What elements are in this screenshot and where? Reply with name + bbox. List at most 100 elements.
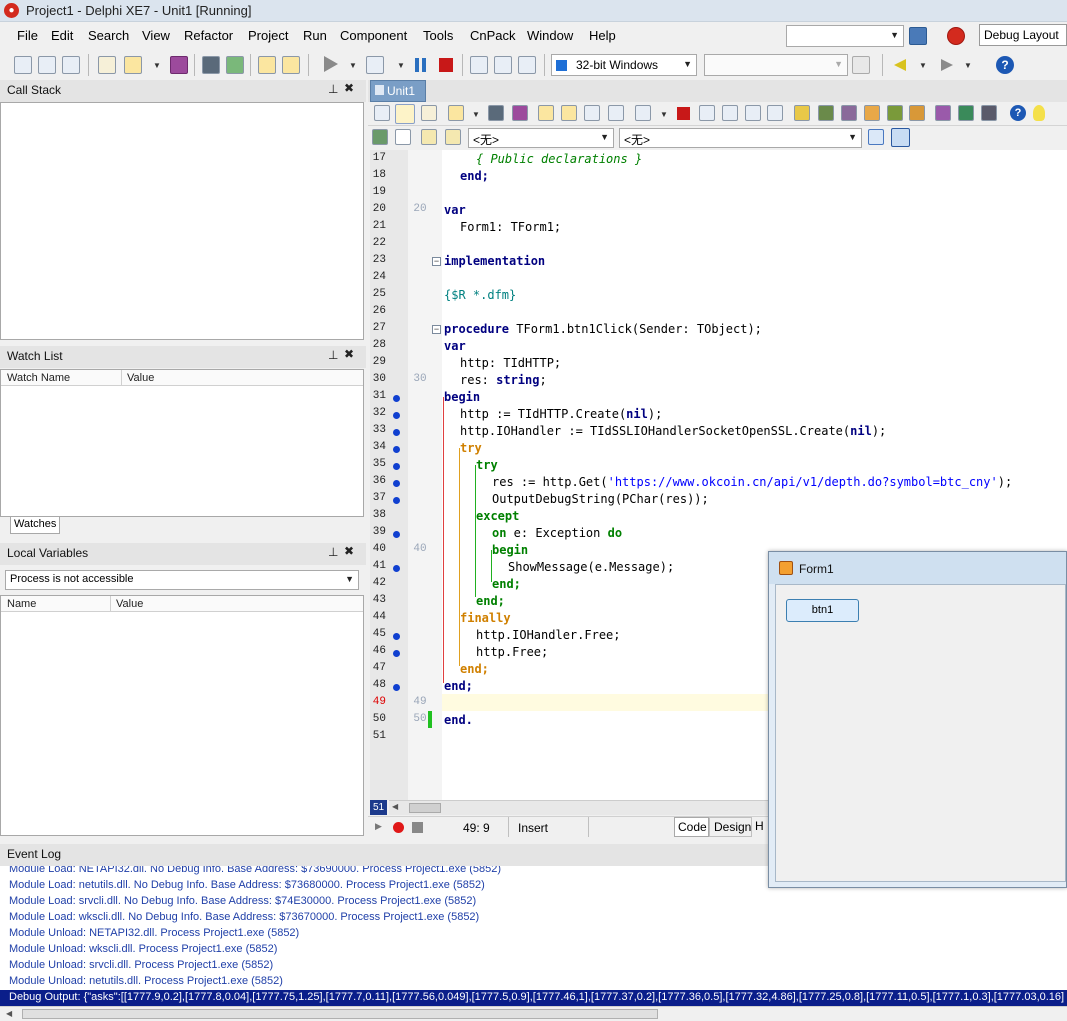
embarcadero-icon[interactable] [947, 27, 965, 45]
new-form-icon[interactable] [38, 56, 56, 74]
record-macro-icon[interactable] [393, 822, 404, 833]
tab-code[interactable]: Code [674, 817, 709, 837]
pin-icon[interactable]: ⊥ [328, 545, 338, 559]
tab-history[interactable]: H [752, 817, 768, 837]
breakpoint-dot-icon[interactable] [393, 412, 400, 419]
editor-toolbar-icon-13[interactable] [722, 105, 738, 121]
menu-component[interactable]: Component [340, 28, 407, 43]
scrollbar-thumb[interactable] [409, 803, 441, 813]
breakpoint-dot-icon[interactable] [393, 463, 400, 470]
editor-toolbar-icon-10[interactable] [608, 105, 624, 121]
editor-toolbar-dropdown-icon[interactable]: ▼ [660, 110, 668, 119]
column-divider[interactable] [121, 370, 122, 385]
menu-tools[interactable]: Tools [423, 28, 453, 43]
menu-window[interactable]: Window [527, 28, 573, 43]
editor-toolbar-icon-21[interactable] [909, 105, 925, 121]
editor-toolbar-icon-9[interactable] [584, 105, 600, 121]
editor-toolbar-icon-15[interactable] [767, 105, 783, 121]
watch-list[interactable]: Watch Name Value [0, 369, 364, 517]
editor-toolbar-icon-7[interactable] [538, 105, 554, 121]
editor-toolbar-icon-4[interactable] [448, 105, 464, 121]
editor-toolbar-icon-20[interactable] [887, 105, 903, 121]
implementation-icon[interactable] [445, 129, 461, 145]
editor-toolbar-icon-3[interactable] [421, 105, 437, 121]
stop-icon[interactable] [439, 58, 453, 72]
editor-toolbar-icon-12[interactable] [699, 105, 715, 121]
forward-dropdown-icon[interactable]: ▼ [964, 61, 972, 70]
editor-toolbar-icon-16[interactable] [794, 105, 810, 121]
run-dropdown-icon[interactable]: ▼ [349, 61, 357, 70]
editor-toolbar-icon-18[interactable] [841, 105, 857, 121]
btn1-button[interactable]: btn1 [786, 599, 859, 622]
fold-toggle-icon[interactable]: − [432, 325, 441, 334]
new-icon[interactable] [98, 56, 116, 74]
breakpoint-dot-icon[interactable] [393, 633, 400, 640]
interface-icon[interactable] [421, 129, 437, 145]
editor-toolbar-icon-22[interactable] [935, 105, 951, 121]
menu-file[interactable]: File [17, 28, 38, 43]
lightbulb-icon[interactable] [1033, 105, 1045, 121]
breakpoint-dot-icon[interactable] [393, 684, 400, 691]
editor-toolbar-dropdown-icon[interactable]: ▼ [472, 110, 480, 119]
menu-view[interactable]: View [142, 28, 170, 43]
class-combo[interactable]: <无> ▼ [468, 128, 614, 148]
tab-design[interactable]: Design [709, 817, 752, 837]
method-combo[interactable]: <无> ▼ [619, 128, 862, 148]
add-to-project-icon[interactable] [258, 56, 276, 74]
local-variables-list[interactable]: Name Value [0, 595, 364, 836]
process-combo[interactable]: Process is not accessible ▼ [5, 570, 359, 590]
editor-toolbar-icon-1[interactable] [374, 105, 390, 121]
editor-horizontal-scrollbar[interactable]: ◀ [389, 800, 769, 815]
editor-toolbar-icon-14[interactable] [745, 105, 761, 121]
layout-combo[interactable]: Debug Layout [979, 24, 1067, 46]
column-header-watch-name[interactable]: Watch Name [7, 372, 70, 384]
step-over-icon[interactable] [494, 56, 512, 74]
column-header-value[interactable]: Value [116, 598, 143, 610]
breakpoint-dot-icon[interactable] [393, 531, 400, 538]
editor-toolbar-icon-17[interactable] [818, 105, 834, 121]
refresh-icon[interactable] [852, 56, 870, 74]
editor-toolbar-icon-8[interactable] [561, 105, 577, 121]
help-icon[interactable]: ? [996, 56, 1014, 74]
settings-gear-icon[interactable] [981, 105, 997, 121]
align-left-icon[interactable] [868, 129, 884, 145]
event-log-horizontal-scrollbar[interactable]: ◀ [0, 1006, 1067, 1021]
scope-icon[interactable] [395, 129, 411, 145]
editor-toolbar-icon-6[interactable] [512, 105, 528, 121]
platform-combo[interactable]: 32-bit Windows ▼ [551, 54, 697, 76]
close-icon[interactable]: ✖ [344, 81, 354, 95]
open-dropdown-icon[interactable]: ▼ [153, 61, 161, 70]
trace-into-icon[interactable] [470, 56, 488, 74]
browse-icon[interactable] [372, 129, 388, 145]
back-dropdown-icon[interactable]: ▼ [919, 61, 927, 70]
open-icon[interactable] [124, 56, 142, 74]
editor-toolbar-icon-23[interactable] [958, 105, 974, 121]
fold-toggle-icon[interactable]: − [432, 257, 441, 266]
run-without-debugging-icon[interactable] [366, 56, 384, 74]
call-stack-list[interactable] [0, 102, 364, 340]
menu-refactor[interactable]: Refactor [184, 28, 233, 43]
remove-from-project-icon[interactable] [282, 56, 300, 74]
menu-project[interactable]: Project [248, 28, 288, 43]
breakpoint-dot-icon[interactable] [393, 497, 400, 504]
play-macro-icon[interactable]: ▶ [375, 821, 382, 832]
menu-edit[interactable]: Edit [51, 28, 73, 43]
scrollbar-thumb[interactable] [22, 1009, 658, 1019]
desktop-icon[interactable] [909, 27, 927, 45]
form1-window[interactable]: Form1 btn1 [768, 551, 1067, 888]
save-icon[interactable] [170, 56, 188, 74]
tab-unit1[interactable]: Unit1 [370, 80, 426, 102]
configuration-combo[interactable]: ▼ [704, 54, 848, 76]
menu-run[interactable]: Run [303, 28, 327, 43]
run-icon[interactable] [324, 56, 338, 72]
align-center-icon[interactable] [891, 128, 910, 147]
close-icon[interactable]: ✖ [344, 347, 354, 361]
editor-help-icon[interactable]: ? [1010, 105, 1026, 121]
run-to-cursor-icon[interactable] [518, 56, 536, 74]
tab-watches[interactable]: Watches [10, 517, 60, 534]
scroll-left-icon[interactable]: ◀ [392, 802, 398, 811]
open-project-icon[interactable] [226, 56, 244, 74]
editor-toolbar-icon-2[interactable] [395, 104, 415, 124]
editor-stop-icon[interactable] [677, 107, 690, 120]
breakpoint-dot-icon[interactable] [393, 650, 400, 657]
